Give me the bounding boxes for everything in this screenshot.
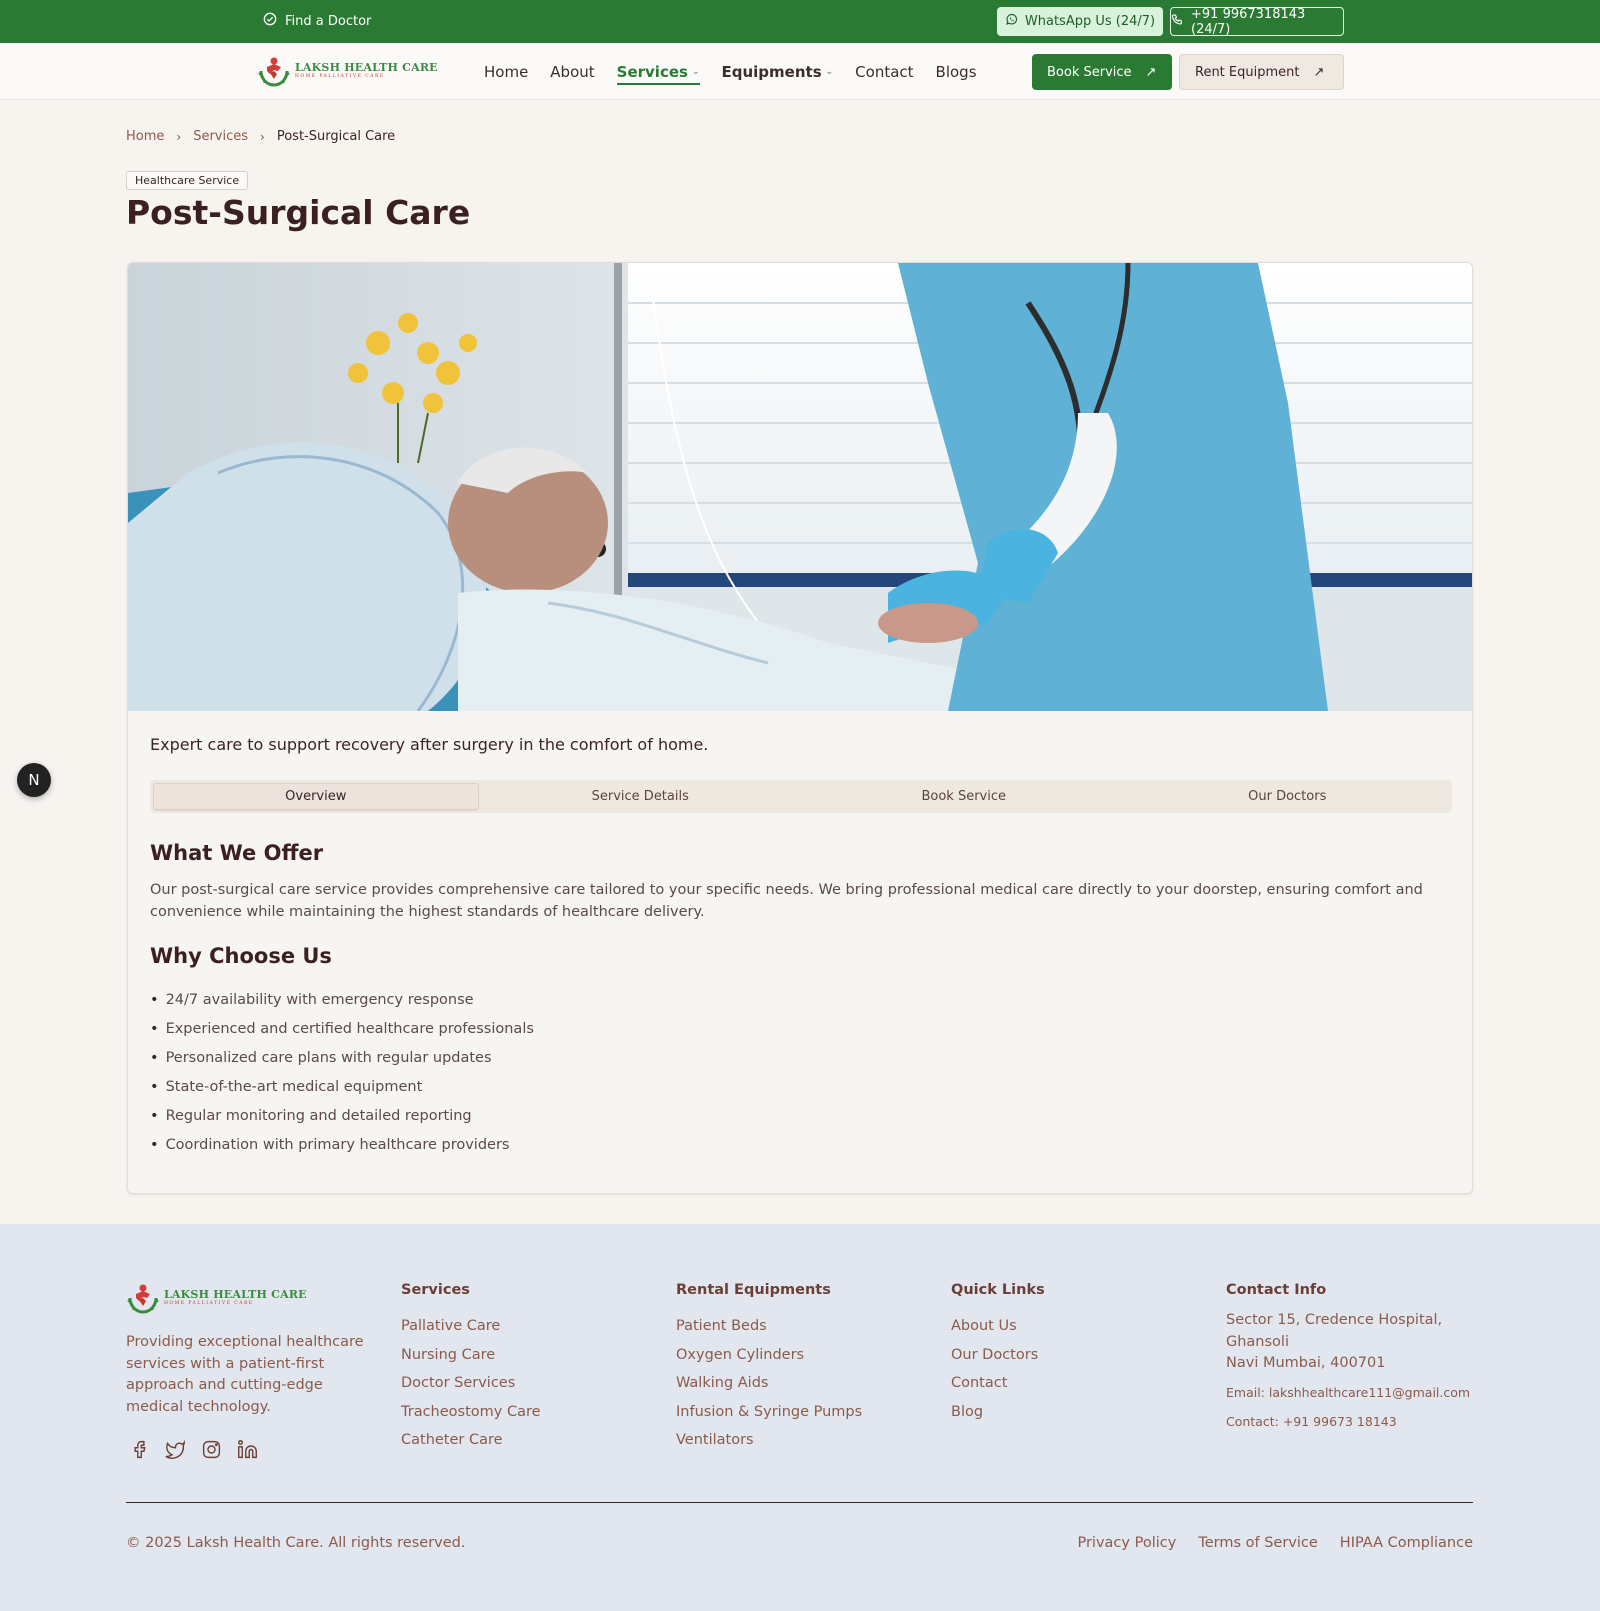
footer-link[interactable]: Contact <box>951 1369 1045 1398</box>
nav-about[interactable]: About <box>550 63 594 81</box>
footer-heading: Rental Equipments <box>676 1282 831 1298</box>
footer-services: Services Pallative Care Nursing Care Doc… <box>401 1282 541 1455</box>
why-list: • 24/7 availability with emergency respon… <box>150 985 534 1159</box>
hipaa-link[interactable]: HIPAA Compliance <box>1340 1535 1473 1551</box>
list-item: • Regular monitoring and detailed reporti… <box>150 1107 472 1124</box>
logo-mark-icon <box>126 1280 160 1316</box>
list-item: • Personalized care plans with regular up… <box>150 1049 492 1066</box>
service-badge: Healthcare Service <box>126 171 249 190</box>
top-bar: Find a Doctor WhatsApp Us (24/7) +91 996… <box>0 0 1600 43</box>
facebook-icon[interactable] <box>128 1438 150 1460</box>
offer-text: Our post-surgical care service provides … <box>150 882 1423 920</box>
offer-heading: What We Offer <box>150 841 324 865</box>
brand-name: LAKSH HEALTH CARE <box>295 61 438 75</box>
arrow-up-right-icon: ↗ <box>1313 64 1325 80</box>
phone-icon <box>1171 13 1184 30</box>
chevron-down-icon: ⌄ <box>691 66 700 77</box>
nav-equipments[interactable]: Equipments ⌄ <box>722 63 834 81</box>
twitter-icon[interactable] <box>164 1438 186 1460</box>
copyright: © 2025 Laksh Health Care. All rights res… <box>126 1535 466 1551</box>
hero-image <box>128 263 1472 711</box>
breadcrumb-home[interactable]: Home <box>126 129 164 144</box>
footer-link[interactable]: Patient Beds <box>676 1312 862 1341</box>
footer-link[interactable]: About Us <box>951 1312 1045 1341</box>
footer-link[interactable]: Pallative Care <box>401 1312 541 1341</box>
phone-button[interactable]: +91 9967318143 (24/7) <box>1170 7 1344 37</box>
footer-contact: Contact Info Sector 15, Credence Hospita… <box>1226 1282 1476 1436</box>
footer-link[interactable]: Catheter Care <box>401 1426 541 1455</box>
page-title: Post-Surgical Care <box>126 193 471 232</box>
tab-our-doctors[interactable]: Our Doctors <box>1126 783 1450 810</box>
chevron-right-icon: › <box>176 129 182 144</box>
why-heading: Why Choose Us <box>150 944 332 968</box>
nav-contact[interactable]: Contact <box>855 63 913 81</box>
logo-mark-icon <box>257 53 291 89</box>
nav-services[interactable]: Services ⌄ <box>616 63 700 85</box>
footer-divider <box>126 1502 1473 1503</box>
tab-book-service[interactable]: Book Service <box>802 783 1126 810</box>
nav-home[interactable]: Home <box>484 63 528 81</box>
brand-tagline: HOME PALLIATIVE CARE <box>295 74 385 80</box>
breadcrumb-services[interactable]: Services <box>193 129 248 144</box>
footer-address: Navi Mumbai, 400701 <box>1226 1355 1386 1371</box>
chevron-right-icon: › <box>260 129 265 144</box>
footer-phone[interactable]: Contact: +91 99673 18143 <box>1226 1407 1476 1436</box>
book-service-button[interactable]: Book Service ↗ <box>1032 54 1172 90</box>
footer-link[interactable]: Oxygen Cylinders <box>676 1341 862 1370</box>
main-navbar: LAKSH HEALTH CARE HOME PALLIATIVE CARE H… <box>0 43 1600 100</box>
linkedin-icon[interactable] <box>236 1438 258 1460</box>
privacy-policy-link[interactable]: Privacy Policy <box>1077 1535 1176 1551</box>
footer-heading: Contact Info <box>1226 1282 1327 1298</box>
check-circle-icon <box>263 12 277 30</box>
nav-blogs[interactable]: Blogs <box>936 63 977 81</box>
list-item: • State-of-the-art medical equipment <box>150 1078 423 1095</box>
legal-links: Privacy Policy Terms of Service HIPAA Co… <box>1077 1535 1473 1551</box>
instagram-icon[interactable] <box>200 1438 222 1460</box>
footer-rental: Rental Equipments Patient Beds Oxygen Cy… <box>676 1282 862 1455</box>
social-links <box>128 1438 258 1460</box>
footer-link[interactable]: Infusion & Syringe Pumps <box>676 1398 862 1427</box>
tab-service-details[interactable]: Service Details <box>479 783 803 810</box>
footer-description: Providing exceptional healthcare service… <box>126 1334 364 1415</box>
brand-logo[interactable]: LAKSH HEALTH CARE HOME PALLIATIVE CARE <box>257 53 438 89</box>
arrow-up-right-icon: ↗ <box>1145 64 1157 80</box>
brand-name: LAKSH HEALTH CARE <box>164 1288 307 1302</box>
footer-address: Sector 15, Credence Hospital, Ghansoli <box>1226 1312 1443 1350</box>
find-doctor-link[interactable]: Find a Doctor <box>263 12 371 30</box>
footer-link[interactable]: Tracheostomy Care <box>401 1398 541 1427</box>
breadcrumb-current: Post-Surgical Care <box>276 129 396 144</box>
footer-heading: Services <box>401 1282 470 1298</box>
whatsapp-icon <box>1005 13 1018 30</box>
service-tagline: Expert care to support recovery after su… <box>150 735 709 754</box>
service-card: Expert care to support recovery after su… <box>127 262 1473 1194</box>
floating-n-button[interactable]: N <box>17 763 51 797</box>
chevron-down-icon: ⌄ <box>825 66 834 77</box>
whatsapp-button[interactable]: WhatsApp Us (24/7) <box>997 7 1163 36</box>
footer-link[interactable]: Nursing Care <box>401 1341 541 1370</box>
footer-link[interactable]: Blog <box>951 1398 1045 1427</box>
tab-overview[interactable]: Overview <box>153 783 479 810</box>
nav-links: Home About Services ⌄ Equipments ⌄ Conta… <box>484 43 999 100</box>
list-item: • 24/7 availability with emergency respon… <box>150 991 474 1008</box>
footer-link[interactable]: Our Doctors <box>951 1341 1045 1370</box>
rent-equipment-button[interactable]: Rent Equipment ↗ <box>1179 54 1344 90</box>
footer-heading: Quick Links <box>951 1282 1045 1298</box>
footer-link[interactable]: Walking Aids <box>676 1369 862 1398</box>
footer-logo[interactable]: LAKSH HEALTH CARE HOME PALLIATIVE CARE <box>126 1280 307 1316</box>
footer-quick-links: Quick Links About Us Our Doctors Contact… <box>951 1282 1045 1426</box>
brand-tagline: HOME PALLIATIVE CARE <box>164 1301 254 1307</box>
footer-link[interactable]: Ventilators <box>676 1426 862 1455</box>
footer: LAKSH HEALTH CARE HOME PALLIATIVE CARE P… <box>0 1224 1600 1611</box>
list-item: • Coordination with primary healthcare pr… <box>150 1136 510 1153</box>
footer-email[interactable]: Email: lakshhealthcare111@gmail.com <box>1226 1379 1476 1408</box>
footer-link[interactable]: Doctor Services <box>401 1369 541 1398</box>
breadcrumb: Home › Services › Post-Surgical Care <box>126 129 395 144</box>
terms-link[interactable]: Terms of Service <box>1198 1535 1317 1551</box>
service-tabs: Overview Service Details Book Service Ou… <box>150 780 1452 813</box>
list-item: • Experienced and certified healthcare pr… <box>150 1020 534 1037</box>
